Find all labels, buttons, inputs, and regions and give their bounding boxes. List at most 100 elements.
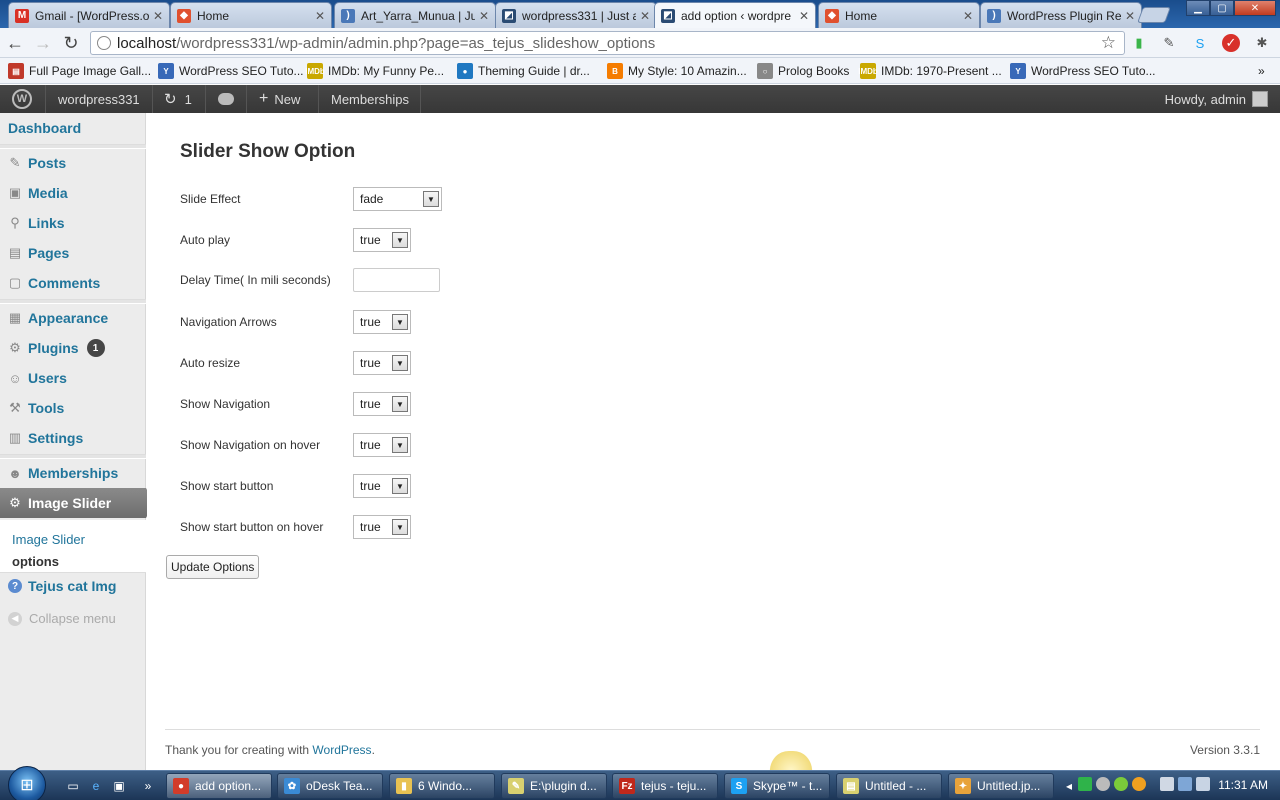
collapse-menu[interactable]: ◀ Collapse menu bbox=[8, 611, 116, 626]
address-bar[interactable]: localhost/wordpress331/wp-admin/admin.ph… bbox=[90, 31, 1125, 55]
minus-tray-icon[interactable] bbox=[1096, 777, 1110, 791]
taskbar-button[interactable]: ● add option... bbox=[166, 773, 272, 799]
quicklaunch-overflow-icon[interactable]: » bbox=[139, 777, 157, 795]
page-info-icon[interactable] bbox=[97, 36, 111, 50]
taskbar-button[interactable]: ▮ 6 Windo... bbox=[389, 773, 495, 799]
option-select[interactable]: true ▼ bbox=[353, 392, 411, 416]
bookmark-item[interactable]: Y WordPress SEO Tuto... bbox=[1010, 62, 1156, 80]
option-select[interactable]: true ▼ bbox=[353, 228, 411, 252]
submenu-options[interactable]: options bbox=[12, 554, 59, 569]
browser-tab[interactable]: ) Art_Yarra_Munua | Ju ✕ bbox=[334, 2, 496, 28]
bookmark-item[interactable]: B My Style: 10 Amazin... bbox=[607, 62, 747, 80]
sidebar-item-media[interactable]: ▣ Media bbox=[0, 178, 146, 208]
clock[interactable]: 11:31 AM bbox=[1218, 778, 1268, 792]
sidebar-item-settings[interactable]: ▥ Settings bbox=[0, 423, 146, 453]
sidebar-item-pages[interactable]: ▤ Pages bbox=[0, 238, 146, 268]
bookmark-item[interactable]: ○ Prolog Books bbox=[757, 62, 849, 80]
dropdown-arrow-icon[interactable]: ▼ bbox=[392, 519, 408, 535]
taskbar-button[interactable]: ✦ Untitled.jp... bbox=[948, 773, 1054, 799]
wp-logo-icon[interactable]: W bbox=[12, 85, 32, 113]
maximize-icon[interactable]: ▢ bbox=[1210, 0, 1234, 16]
option-select[interactable]: true ▼ bbox=[353, 433, 411, 457]
sidebar-item-users[interactable]: ☺ Users bbox=[0, 363, 146, 393]
flag-tray-icon[interactable] bbox=[1160, 777, 1174, 791]
new-tab-button[interactable] bbox=[1137, 7, 1171, 23]
option-select[interactable]: fade ▼ bbox=[353, 187, 442, 211]
option-select[interactable]: true ▼ bbox=[353, 310, 411, 334]
adblock-extension-icon[interactable]: ✓ bbox=[1222, 34, 1240, 52]
tray-expand-icon[interactable]: ◂ bbox=[1060, 777, 1078, 795]
option-select[interactable]: true ▼ bbox=[353, 351, 411, 375]
sidebar-item-links[interactable]: ⚲ Links bbox=[0, 208, 146, 238]
browser-tab[interactable]: ◩ wordpress331 | Just a ✕ bbox=[495, 2, 657, 28]
network-tray-icon[interactable] bbox=[1178, 777, 1192, 791]
sidebar-item-posts[interactable]: ✎ Posts bbox=[0, 148, 146, 178]
tab-close-icon[interactable]: ✕ bbox=[963, 9, 973, 23]
dropdown-arrow-icon[interactable]: ▼ bbox=[392, 437, 408, 453]
internet-explorer-icon[interactable]: e bbox=[87, 777, 105, 795]
skype-extension-icon[interactable]: S bbox=[1191, 34, 1209, 52]
avast-tray-icon[interactable] bbox=[1132, 777, 1146, 791]
sidebar-item-dashboard[interactable]: Dashboard bbox=[0, 113, 146, 143]
browser-tab[interactable]: ◆ Home ✕ bbox=[170, 2, 332, 28]
dropdown-arrow-icon[interactable]: ▼ bbox=[392, 232, 408, 248]
sidebar-item-comments[interactable]: ▢ Comments bbox=[0, 268, 146, 298]
browser-tab[interactable]: ) WordPress Plugin Re ✕ bbox=[980, 2, 1142, 28]
dropdown-arrow-icon[interactable]: ▼ bbox=[423, 191, 439, 207]
sidebar-item-memberships[interactable]: ☻ Memberships bbox=[0, 458, 146, 488]
check-tray-icon[interactable] bbox=[1114, 777, 1128, 791]
taskbar-button[interactable]: ✎ E:\plugin d... bbox=[501, 773, 607, 799]
updates-link[interactable]: ↻ 1 bbox=[164, 85, 192, 113]
bookmarks-overflow-icon[interactable]: » bbox=[1258, 62, 1265, 80]
forward-arrow-icon[interactable]: → bbox=[32, 32, 54, 54]
utorrent-tray-icon[interactable] bbox=[1078, 777, 1092, 791]
tab-close-icon[interactable]: ✕ bbox=[799, 9, 809, 23]
bookmark-item[interactable]: Y WordPress SEO Tuto... bbox=[158, 62, 304, 80]
sidebar-item-tools[interactable]: ⚒ Tools bbox=[0, 393, 146, 423]
wrench-menu-icon[interactable]: ✱ bbox=[1253, 34, 1271, 52]
sidebar-item-appearance[interactable]: ▦ Appearance bbox=[0, 303, 146, 333]
show-desktop-icon[interactable]: ▭ bbox=[64, 777, 82, 795]
bookmark-item[interactable]: ● Theming Guide | dr... bbox=[457, 62, 590, 80]
option-select[interactable]: true ▼ bbox=[353, 474, 411, 498]
bookmark-item[interactable]: IMDb IMDb: My Funny Pe... bbox=[305, 62, 444, 80]
browser-tab[interactable]: ◆ Home ✕ bbox=[818, 2, 980, 28]
taskbar-button[interactable]: S Skype™ - t... bbox=[724, 773, 830, 799]
back-arrow-icon[interactable]: ← bbox=[4, 32, 26, 54]
update-options-button[interactable]: Update Options bbox=[166, 555, 260, 579]
bookmark-item[interactable]: IMDb IMDb: 1970-Present ... bbox=[858, 62, 1002, 80]
taskbar-button[interactable]: Fz tejus - teju... bbox=[612, 773, 718, 799]
window-switch-icon[interactable]: ▣ bbox=[110, 777, 128, 795]
tab-close-icon[interactable]: ✕ bbox=[640, 9, 650, 23]
start-button-icon[interactable]: ⊞ bbox=[8, 766, 46, 800]
dropdown-arrow-icon[interactable]: ▼ bbox=[392, 396, 408, 412]
submenu-image-slider[interactable]: Image Slider bbox=[12, 532, 85, 547]
minimize-icon[interactable]: ▁ bbox=[1186, 0, 1210, 16]
option-select[interactable]: true ▼ bbox=[353, 515, 411, 539]
sidebar-item-plugins[interactable]: ⚙ Plugins 1 bbox=[0, 333, 146, 363]
taskbar-button[interactable]: ▤ Untitled - ... bbox=[836, 773, 942, 799]
sidebar-item-tejus-cat-img[interactable]: ? Tejus cat Img bbox=[0, 571, 146, 601]
stats-extension-icon[interactable]: ▮ bbox=[1130, 34, 1148, 52]
tab-close-icon[interactable]: ✕ bbox=[479, 9, 489, 23]
close-window-icon[interactable]: ✕ bbox=[1234, 0, 1276, 16]
volume-tray-icon[interactable] bbox=[1196, 777, 1210, 791]
dropdown-arrow-icon[interactable]: ▼ bbox=[392, 355, 408, 371]
comments-bubble-icon[interactable] bbox=[218, 85, 234, 113]
wordpress-link[interactable]: WordPress bbox=[312, 743, 371, 757]
memberships-link[interactable]: Memberships bbox=[331, 85, 409, 113]
reload-icon[interactable]: ↻ bbox=[60, 32, 82, 54]
my-account-link[interactable]: Howdy, admin bbox=[1165, 85, 1268, 113]
tab-close-icon[interactable]: ✕ bbox=[153, 9, 163, 23]
tab-close-icon[interactable]: ✕ bbox=[1125, 9, 1135, 23]
bookmark-item[interactable]: ▤ Full Page Image Gall... bbox=[8, 62, 151, 80]
new-content-link[interactable]: + New bbox=[259, 85, 300, 113]
delay-time-input[interactable] bbox=[353, 268, 440, 292]
dropdown-arrow-icon[interactable]: ▼ bbox=[392, 478, 408, 494]
browser-tab[interactable]: M Gmail - [WordPress.o ✕ bbox=[8, 2, 170, 28]
browser-tab[interactable]: ◩ add option ‹ wordpre ✕ bbox=[654, 2, 816, 28]
sidebar-item-image-slider[interactable]: ⚙ Image Slider bbox=[0, 488, 154, 518]
dropdown-arrow-icon[interactable]: ▼ bbox=[392, 314, 408, 330]
eyedropper-extension-icon[interactable]: ✎ bbox=[1160, 34, 1178, 52]
tab-close-icon[interactable]: ✕ bbox=[315, 9, 325, 23]
